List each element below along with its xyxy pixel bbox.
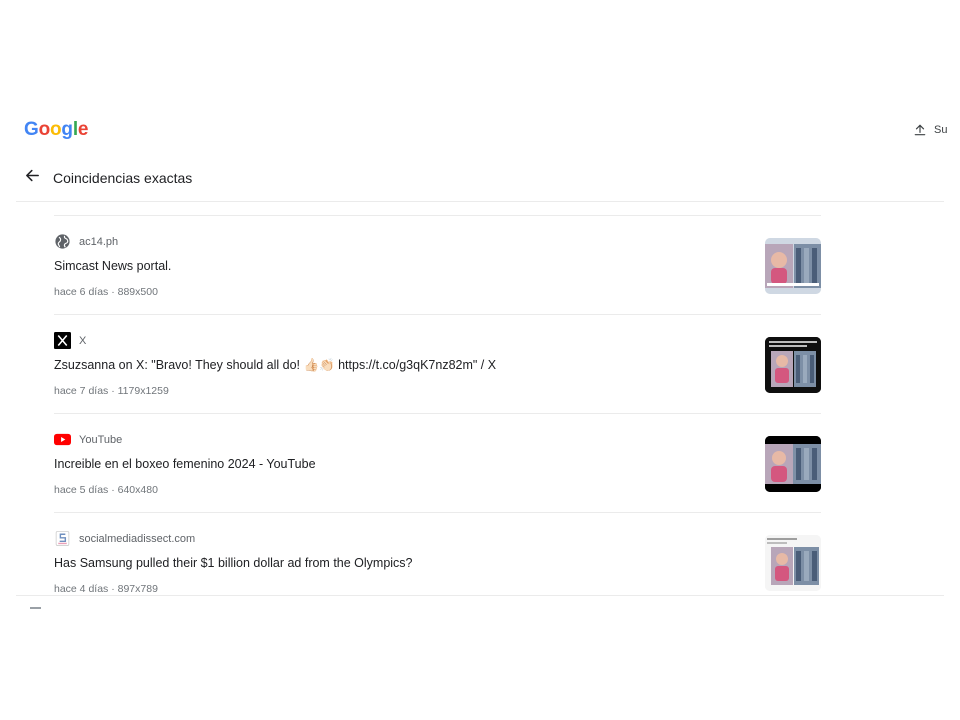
result-item[interactable]: socialmediadissect.com Has Samsung pulle… [54,513,821,594]
socialmediadissect-icon [54,530,71,547]
result-item[interactable]: X Zsuzsanna on X: "Bravo! They should al… [54,315,821,414]
x-logo-icon [54,332,71,349]
upload-icon [913,123,927,137]
results-list[interactable]: ac14.ph Simcast News portal. hace 6 días… [54,215,821,594]
result-source[interactable]: X [54,332,86,349]
source-name: X [79,334,87,347]
upload-label: Su [934,124,948,136]
result-title[interactable]: Increible en el boxeo femenino 2024 - Yo… [54,457,316,471]
result-title[interactable]: Zsuzsanna on X: "Bravo! They should all … [54,358,496,373]
result-thumbnail[interactable] [765,238,821,294]
result-item[interactable]: YouTube Increible en el boxeo femenino 2… [54,414,821,513]
upload-button[interactable]: Su [913,123,947,137]
source-name: socialmediadissect.com [79,532,196,545]
source-name: ac14.ph [79,235,119,248]
result-meta: hace 6 días · 889x500 [54,286,158,298]
logo-letter: o [38,119,51,140]
result-title[interactable]: Simcast News portal. [54,259,171,273]
result-title[interactable]: Has Samsung pulled their $1 billion doll… [54,556,413,570]
result-source[interactable]: socialmediadissect.com [54,530,195,547]
source-name: YouTube [79,433,123,446]
result-thumbnail[interactable] [765,337,821,393]
result-thumbnail[interactable] [765,535,821,591]
section-header: Coincidencias exactas [24,167,192,189]
minus-icon[interactable] [30,607,41,609]
arrow-back-icon[interactable] [24,167,41,189]
result-item[interactable]: ac14.ph Simcast News portal. hace 6 días… [54,216,821,315]
logo-letter: e [77,119,89,140]
globe-icon [54,233,71,250]
google-logo[interactable]: Google [24,119,88,141]
logo-letter: G [24,119,39,140]
footer-divider [16,595,944,596]
result-meta: hace 4 días · 897x789 [54,583,158,594]
result-meta: hace 7 días · 1179x1259 [54,385,169,397]
section-title: Coincidencias exactas [53,170,193,186]
result-thumbnail[interactable] [765,436,821,492]
youtube-icon [54,431,71,448]
page: Google Su Coincidencias exactas ac14.ph … [0,0,960,720]
logo-letter: o [50,119,62,140]
header-divider [16,201,944,202]
result-source[interactable]: ac14.ph [54,233,118,250]
result-meta: hace 5 días · 640x480 [54,484,158,496]
logo-letter: g [61,119,73,140]
result-source[interactable]: YouTube [54,431,122,448]
